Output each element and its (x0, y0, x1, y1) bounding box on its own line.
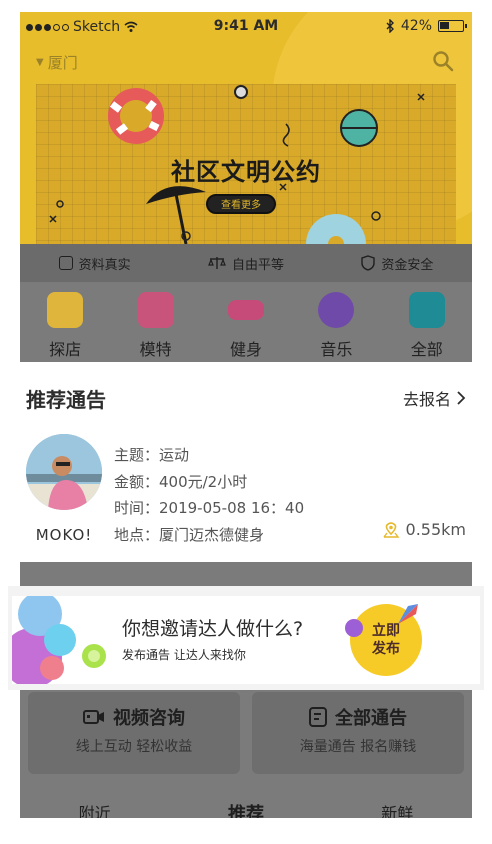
feature-item: 自由平等 (208, 254, 284, 273)
avatar[interactable] (26, 434, 102, 510)
scale-icon (208, 257, 226, 269)
tab-recommended[interactable]: 推荐 (228, 800, 264, 818)
dumbbell-icon (227, 300, 264, 320)
rocket-icon (398, 604, 418, 624)
notice-amount: 金额：400元/2小时 (114, 472, 248, 491)
status-bar: Sketch 9:41 AM 42% (20, 12, 472, 40)
service-title: 全部通告 (252, 704, 464, 730)
notice-time: 时间：2019-05-08 16：40 (114, 499, 305, 517)
battery-label: 42% (400, 18, 432, 34)
notice-topic: 主题：运动 (114, 446, 190, 464)
notice-place: 地点：厦门迈杰德健身 (114, 525, 265, 544)
tab-nearby[interactable]: 附近 (79, 800, 111, 818)
signup-link[interactable]: 去报名 (403, 386, 466, 410)
category-row: 探店 模特 健身 音乐 全部 (20, 282, 472, 362)
category-label: 全部 (410, 340, 443, 359)
battery-icon (438, 20, 467, 32)
publish-label-line2: 发布 (372, 641, 400, 657)
feature-item: 资料真实 (58, 254, 131, 273)
category-item-all[interactable]: 全部 (392, 282, 462, 362)
category-item-store[interactable]: 探店 (30, 282, 100, 362)
service-subtitle: 线上互动 轻松收益 (75, 739, 193, 755)
category-item-music[interactable]: 音乐 (301, 282, 371, 362)
battery-area: 42% (386, 18, 467, 34)
service-title-label: 视频咨询 (113, 708, 185, 729)
promo-title: 你想邀请达人做什么? (122, 618, 304, 640)
signup-label: 去报名 (402, 390, 451, 409)
promo-banner[interactable]: 你想邀请达人做什么? 发布通告 让达人来找你 立即 发布 (12, 596, 480, 684)
category-label: 模特 (139, 340, 172, 359)
city-label: 厦门 (47, 54, 78, 72)
service-card-notices[interactable]: 全部通告 海量通告 报名赚钱 (252, 692, 464, 774)
category-label: 探店 (49, 340, 82, 359)
dress-icon (137, 292, 174, 328)
bluetooth-icon (386, 19, 394, 33)
shield-icon (361, 255, 376, 271)
planet-icon (345, 619, 363, 637)
promo-subtitle: 发布通告 让达人来找你 (122, 648, 246, 662)
category-item-fitness[interactable]: 健身 (211, 282, 281, 362)
tab-new[interactable]: 新鲜 (381, 800, 413, 818)
feature-item: 资金安全 (361, 254, 433, 273)
user-name: MOKO! (35, 526, 93, 544)
feature-label: 资料真实 (78, 257, 131, 273)
bubbles-illustration (12, 596, 106, 684)
notice-title: 推荐通告 (26, 388, 106, 412)
id-card-icon (58, 256, 73, 270)
banner-title: 社区文明公约 (171, 158, 321, 186)
location-pin-icon (382, 521, 399, 538)
feature-label: 资金安全 (381, 257, 434, 273)
city-selector[interactable]: ▼ 厦门 (36, 52, 78, 73)
banner-more-button[interactable]: 查看更多 (206, 194, 276, 214)
chevron-right-icon (457, 391, 466, 405)
grid-icon (408, 292, 445, 328)
feature-label: 自由平等 (231, 257, 284, 273)
service-title-label: 全部通告 (335, 708, 407, 729)
feed-tabs: 附近 推荐 新鲜 (20, 800, 472, 818)
service-card-video[interactable]: 视频咨询 线上互动 轻松收益 (28, 692, 240, 774)
distance: 0.55km (382, 520, 466, 539)
service-title: 视频咨询 (28, 704, 240, 730)
store-icon (47, 292, 84, 328)
video-icon (83, 710, 104, 724)
notice-icon (309, 707, 327, 727)
distance-label: 0.55km (405, 520, 466, 539)
service-subtitle: 海量通告 报名赚钱 (299, 739, 417, 755)
music-icon (318, 292, 355, 328)
category-label: 健身 (229, 340, 262, 359)
caret-down-icon: ▼ (36, 57, 44, 68)
banner[interactable]: 社区文明公约 查看更多 (36, 84, 456, 244)
category-item-model[interactable]: 模特 (121, 282, 191, 362)
search-icon[interactable] (432, 50, 454, 72)
feature-strip: 资料真实 自由平等 资金安全 (20, 244, 472, 282)
notice-info: 主题：运动 金额：400元/2小时 时间：2019-05-08 16：40 地点… (114, 442, 304, 548)
notice-card[interactable]: 推荐通告 去报名 MOKO! 主题：运动 金额：400元/2小时 时间：2019… (8, 362, 484, 562)
category-label: 音乐 (320, 340, 353, 359)
